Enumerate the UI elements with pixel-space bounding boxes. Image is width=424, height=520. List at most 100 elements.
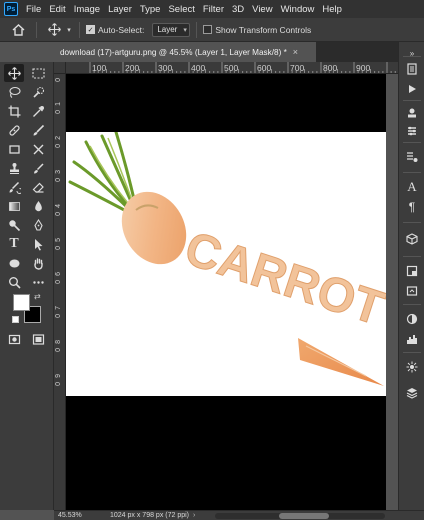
history-panel-icon[interactable] bbox=[405, 62, 419, 76]
menu-file[interactable]: File bbox=[22, 4, 45, 15]
history-brush-icon bbox=[33, 162, 44, 173]
libraries-panel-icon[interactable] bbox=[405, 150, 419, 164]
chevron-down-icon: ▾ bbox=[183, 26, 187, 34]
brush-tool[interactable] bbox=[28, 121, 48, 139]
stamp-tool[interactable] bbox=[4, 159, 24, 177]
clone-stamp-icon bbox=[9, 162, 19, 174]
ruler-label: 4 bbox=[55, 204, 62, 208]
zoom-icon bbox=[8, 276, 21, 289]
screen-mode-icon bbox=[32, 333, 44, 345]
default-colors-icon[interactable] bbox=[12, 316, 19, 323]
marquee-tool[interactable] bbox=[28, 64, 48, 82]
home-icon[interactable] bbox=[6, 23, 30, 36]
menu-image[interactable]: Image bbox=[70, 4, 104, 15]
separator bbox=[403, 222, 421, 223]
panel-dock: » A ¶ bbox=[398, 42, 424, 510]
ruler-label: 0 bbox=[55, 280, 62, 284]
photoshop-logo: Ps bbox=[4, 2, 18, 16]
ruler-label: 0 bbox=[55, 382, 62, 386]
paragraph-panel-icon[interactable]: ¶ bbox=[405, 200, 419, 214]
status-bar: 45.53% 1024 px x 798 px (72 ppi) › bbox=[54, 510, 424, 520]
path-select-tool[interactable] bbox=[28, 235, 48, 253]
pen-tool[interactable] bbox=[28, 216, 48, 234]
quick-select-tool[interactable] bbox=[28, 83, 48, 101]
shape-tool[interactable] bbox=[4, 254, 24, 272]
chevron-down-icon[interactable]: ▾ bbox=[65, 26, 73, 34]
menu-type[interactable]: Type bbox=[136, 4, 165, 15]
menu-edit[interactable]: Edit bbox=[45, 4, 69, 15]
layers-panel-icon[interactable] bbox=[405, 386, 419, 400]
zoom-level[interactable]: 45.53% bbox=[58, 512, 98, 519]
gradient-tool[interactable] bbox=[4, 197, 24, 215]
channels-panel-icon[interactable] bbox=[405, 312, 419, 326]
menu-help[interactable]: Help bbox=[318, 4, 346, 15]
tools-panel: T ⇄ bbox=[0, 62, 54, 510]
styles-panel-icon[interactable] bbox=[405, 264, 419, 278]
history-tool[interactable] bbox=[4, 178, 24, 196]
eraser-tool[interactable] bbox=[28, 178, 48, 196]
frame-tool[interactable] bbox=[4, 140, 24, 158]
menu-select[interactable]: Select bbox=[164, 4, 198, 15]
options-bar: ▾ ✓ Auto-Select: Layer ▾ Show Transform … bbox=[0, 18, 424, 42]
ruler-label: 0 bbox=[55, 348, 62, 352]
move-icon bbox=[7, 66, 21, 80]
brush-settings-icon[interactable] bbox=[405, 360, 419, 374]
ruler-label: 8 bbox=[55, 340, 62, 344]
move-tool[interactable] bbox=[4, 64, 24, 82]
history-brush-tool[interactable] bbox=[28, 159, 48, 177]
swap-colors-icon[interactable]: ⇄ bbox=[34, 292, 41, 301]
ruler-label: 100 bbox=[92, 63, 107, 73]
transform-controls-label: Show Transform Controls bbox=[215, 24, 312, 35]
blur-tool[interactable] bbox=[28, 197, 48, 215]
ruler-label: 7 bbox=[55, 306, 62, 310]
close-icon[interactable]: × bbox=[293, 47, 298, 57]
hand-tool[interactable] bbox=[28, 254, 48, 272]
dodge-icon bbox=[8, 219, 20, 231]
horizontal-scrollbar[interactable] bbox=[215, 512, 386, 519]
foreground-color-swatch[interactable] bbox=[13, 294, 30, 311]
adjustments-panel-icon[interactable] bbox=[405, 124, 419, 138]
eyedropper-icon bbox=[32, 105, 44, 117]
menu-3d[interactable]: 3D bbox=[228, 4, 248, 15]
menu-layer[interactable]: Layer bbox=[104, 4, 136, 15]
ruler-label: 300 bbox=[158, 63, 173, 73]
actions-play-icon[interactable] bbox=[405, 82, 419, 96]
transform-controls-checkbox[interactable] bbox=[203, 25, 213, 34]
histogram-panel-icon[interactable] bbox=[405, 332, 419, 346]
more-tools[interactable] bbox=[28, 273, 48, 291]
character-panel-icon[interactable]: A bbox=[405, 179, 419, 194]
3d-panel-icon[interactable] bbox=[405, 232, 419, 246]
menu-window[interactable]: Window bbox=[277, 4, 319, 15]
separator bbox=[403, 100, 421, 101]
crop-tool[interactable] bbox=[4, 102, 24, 120]
status-menu-arrow[interactable]: › bbox=[193, 512, 195, 519]
cross-tool[interactable] bbox=[28, 140, 48, 158]
document-tab[interactable]: download (17)-artguru.png @ 45.5% (Layer… bbox=[54, 42, 316, 62]
quick-select-icon bbox=[32, 86, 44, 98]
document-black-band-bottom bbox=[66, 396, 386, 510]
quick-mask-tool[interactable] bbox=[4, 330, 24, 348]
dodge-tool[interactable] bbox=[4, 216, 24, 234]
auto-select-checkbox[interactable]: ✓ bbox=[86, 25, 95, 34]
healing-tool[interactable] bbox=[4, 121, 24, 139]
move-tool-preset-icon[interactable] bbox=[43, 23, 65, 36]
eyedropper-tool[interactable] bbox=[28, 102, 48, 120]
ruler-label: 400 bbox=[191, 63, 206, 73]
brush-icon bbox=[33, 124, 44, 135]
canvas-area[interactable]: CARROT bbox=[66, 74, 398, 510]
type-tool[interactable]: T bbox=[4, 235, 24, 253]
layer-dropdown[interactable]: Layer ▾ bbox=[152, 22, 191, 37]
document-image[interactable]: CARROT bbox=[66, 132, 386, 396]
properties-panel-icon[interactable] bbox=[405, 106, 419, 120]
ruler-label: 200 bbox=[125, 63, 140, 73]
screen-mode-tool[interactable] bbox=[28, 330, 48, 348]
zoom-tool[interactable] bbox=[4, 273, 24, 291]
menu-view[interactable]: View bbox=[248, 4, 276, 15]
collapse-panels-icon[interactable]: » bbox=[405, 46, 419, 60]
lasso-tool[interactable] bbox=[4, 83, 24, 101]
ruler-label: 0 bbox=[55, 246, 62, 250]
document-black-band-top bbox=[66, 74, 386, 132]
navigator-panel-icon[interactable] bbox=[405, 284, 419, 298]
menu-filter[interactable]: Filter bbox=[199, 4, 228, 15]
scrollbar-thumb[interactable] bbox=[279, 512, 330, 519]
